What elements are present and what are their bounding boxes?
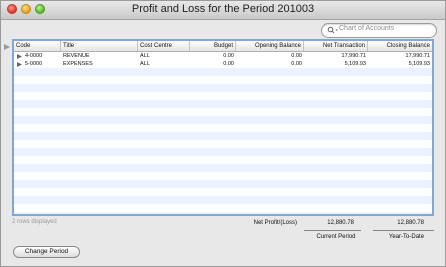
current-period-caption: Current Period xyxy=(316,234,356,240)
window-title: Profit and Loss for the Period 201003 xyxy=(131,3,315,15)
accounts-table: Code Title Cost Centre Budget Opening Ba… xyxy=(12,39,434,216)
cell-code: 5-0000 xyxy=(25,61,43,67)
column-header-closing-balance[interactable]: Closing Balance xyxy=(368,41,432,51)
net-profit-label: Net Profit/(Loss) xyxy=(253,220,297,226)
total-divider xyxy=(304,230,361,231)
title-bar: Profit and Loss for the Period 201003 xyxy=(1,1,445,20)
cell-budget: 0.00 xyxy=(223,61,234,67)
cell-closing-balance: 17,990.71 xyxy=(405,53,430,59)
pnl-window: Profit and Loss for the Period 201003 Ch… xyxy=(0,0,446,267)
table-header: Code Title Cost Centre Budget Opening Ba… xyxy=(14,41,432,52)
cell-cost-centre: ALL xyxy=(140,53,150,59)
cell-closing-balance: 5,109.93 xyxy=(408,61,430,67)
table-row[interactable]: 4-0000 REVENUE ALL 0.00 0.00 17,990.71 1… xyxy=(14,52,432,60)
column-header-opening-balance[interactable]: Opening Balance xyxy=(236,41,304,51)
cell-net-transaction: 5,109.93 xyxy=(344,61,366,67)
column-header-code[interactable]: Code xyxy=(14,41,61,51)
table-row[interactable]: 5-0000 EXPENSES ALL 0.00 0.00 5,109.93 5… xyxy=(14,60,432,68)
total-divider xyxy=(373,230,434,231)
cell-title: REVENUE xyxy=(63,53,90,59)
disclosure-triangle-icon[interactable] xyxy=(17,54,22,59)
row-indicator-icon xyxy=(4,44,10,50)
cell-opening-balance: 0.00 xyxy=(291,61,302,67)
net-profit-current-period: 12,880.78 xyxy=(327,220,354,226)
table-body: 4-0000 REVENUE ALL 0.00 0.00 17,990.71 1… xyxy=(14,52,432,214)
cell-code: 4-0000 xyxy=(25,53,43,59)
year-to-date-caption: Year-To-Date xyxy=(388,234,425,240)
cell-title: EXPENSES xyxy=(63,61,93,67)
column-header-budget[interactable]: Budget xyxy=(190,41,236,51)
search-icon xyxy=(327,26,338,34)
search-placeholder: Chart of Accounts xyxy=(339,25,395,32)
column-header-cost-centre[interactable]: Cost Centre xyxy=(138,41,190,51)
disclosure-triangle-icon[interactable] xyxy=(17,62,22,67)
change-period-button[interactable]: Change Period xyxy=(13,246,80,258)
rows-displayed-status: 2 rows displayed xyxy=(12,219,57,225)
cell-budget: 0.00 xyxy=(223,53,234,59)
column-header-net-transaction[interactable]: Net Transaction xyxy=(304,41,368,51)
cell-opening-balance: 0.00 xyxy=(291,53,302,59)
chart-of-accounts-search[interactable]: Chart of Accounts xyxy=(321,23,437,38)
cell-cost-centre: ALL xyxy=(140,61,150,67)
cell-net-transaction: 17,990.71 xyxy=(341,53,366,59)
net-profit-year-to-date: 12,880.78 xyxy=(397,220,424,226)
column-header-title[interactable]: Title xyxy=(61,41,138,51)
